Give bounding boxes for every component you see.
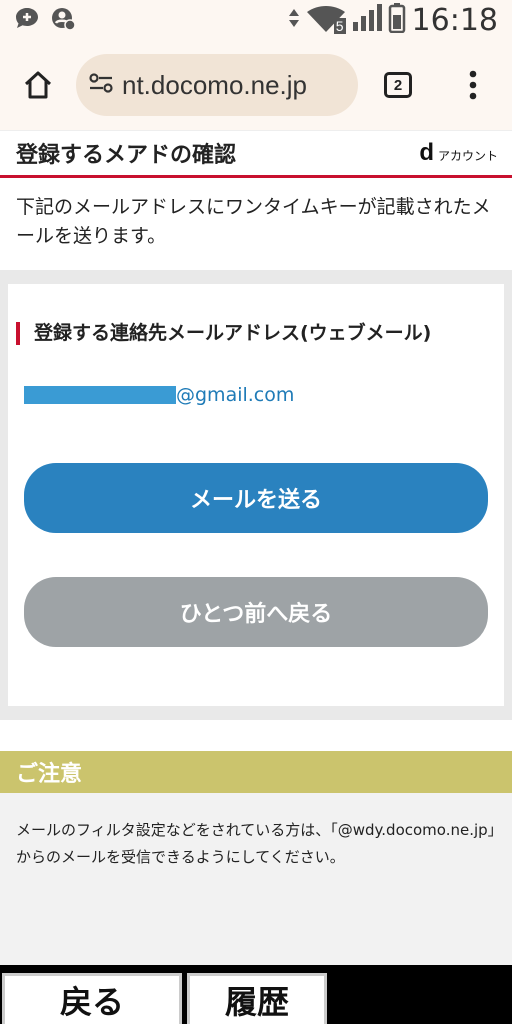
status-bar: 5 16:18	[0, 0, 512, 40]
wifi-icon: 5	[306, 6, 346, 34]
page-title: 登録するメアドの確認	[16, 143, 237, 168]
address-bar[interactable]: nt.docomo.ne.jp	[76, 54, 358, 116]
clock: 16:18	[411, 2, 498, 38]
home-button[interactable]	[0, 40, 76, 130]
send-mail-button[interactable]: メールを送る	[24, 463, 488, 533]
d-logo-letter: d	[419, 139, 434, 166]
battery-icon	[388, 3, 406, 37]
hardware-key-bar: 戻る 履歴	[0, 965, 512, 1024]
email-redaction	[24, 386, 176, 404]
data-arrows-icon	[288, 6, 300, 34]
home-icon	[24, 71, 52, 99]
section-label: 登録する連絡先メールアドレス(ウェブメール)	[16, 322, 492, 345]
d-logo-text: アカウント	[437, 149, 498, 163]
notice-body: メールのフィルタ設定などをされている方は、「@wdy.docomo.ne.jp」…	[0, 793, 512, 965]
page-header: 登録するメアドの確認 d アカウント	[0, 130, 512, 178]
network-badge: 5	[333, 18, 346, 34]
notice-title: ご注意	[0, 751, 512, 793]
more-vertical-icon	[469, 70, 477, 100]
tab-switcher-button[interactable]: 2	[358, 40, 438, 130]
browser-toolbar: nt.docomo.ne.jp 2	[0, 40, 512, 130]
email-domain: @gmail.com	[176, 384, 295, 406]
d-account-logo: d アカウント	[419, 139, 498, 167]
hardware-history-button[interactable]: 履歴	[187, 973, 327, 1024]
back-one-step-button[interactable]: ひとつ前へ戻る	[24, 577, 488, 647]
notice-text: メールのフィルタ設定などをされている方は、「@wdy.docomo.ne.jp」…	[16, 821, 496, 866]
email-address: @gmail.com	[24, 384, 294, 406]
site-settings-icon[interactable]	[88, 72, 114, 98]
browser-menu-button[interactable]	[438, 40, 508, 130]
hardware-back-button[interactable]: 戻る	[2, 973, 182, 1024]
chat-bubble-icon	[14, 6, 40, 34]
account-sync-icon	[50, 6, 76, 34]
url-text: nt.docomo.ne.jp	[122, 69, 308, 100]
tab-count: 2	[384, 72, 412, 98]
signal-icon	[352, 4, 382, 36]
intro-text: 下記のメールアドレスにワンタイムキーが記載されたメールを送ります。	[16, 196, 491, 247]
